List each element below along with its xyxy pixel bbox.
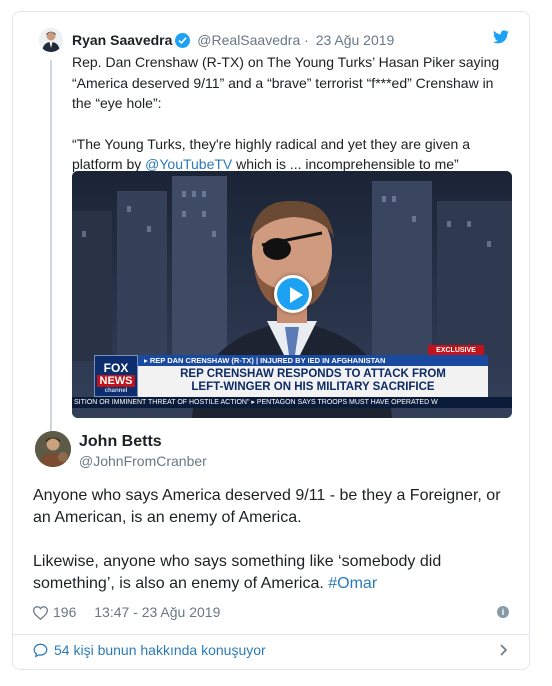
main-avatar[interactable]	[35, 431, 71, 467]
play-icon[interactable]	[274, 275, 312, 313]
info-icon[interactable]: i	[497, 606, 509, 618]
parent-text-line: “America deserved 9/11” and a “brave” te…	[72, 74, 494, 91]
lower-third-headline: REP CRENSHAW RESPONDS TO ATTACK FROM LEF…	[138, 366, 488, 397]
speech-bubble-icon	[33, 643, 48, 658]
conversation-link[interactable]: 54 kişi bunun hakkında konuşuyor	[33, 640, 266, 660]
fox-logo-news: NEWS	[97, 375, 135, 387]
headline-line-1: REP CRENSHAW RESPONDS TO ATTACK FROM	[180, 368, 446, 380]
video-player[interactable]: EXCLUSIVE FOX NEWS channel ▸ REP DAN CRE…	[72, 171, 512, 418]
main-author-name[interactable]: John Betts	[79, 432, 162, 452]
tweet-embed-card: Ryan Saavedra @RealSaavedra · 23 Ağu 201…	[12, 11, 530, 670]
parent-tweet-header: Ryan Saavedra @RealSaavedra · 23 Ağu 201…	[72, 31, 394, 49]
news-ticker: SITION OR IMMINENT THREAT OF HOSTILE ACT…	[72, 397, 512, 408]
omar-hashtag-link[interactable]: #Omar	[328, 575, 377, 592]
like-count: 196	[53, 604, 77, 620]
footer-divider	[13, 634, 529, 635]
header-separator: ·	[304, 32, 309, 48]
parent-author-name[interactable]: Ryan Saavedra	[72, 32, 172, 48]
parent-tweet-text: Rep. Dan Crenshaw (R-TX) on The Young Tu…	[72, 52, 517, 175]
headline-line-2: LEFT-WINGER ON HIS MILITARY SACRIFICE	[191, 381, 435, 393]
parent-text-line: the “eye hole”:	[72, 95, 162, 111]
thread-connector-line	[50, 60, 52, 432]
main-author-handle[interactable]: @JohnFromCranber	[79, 452, 207, 470]
heart-icon[interactable]	[33, 606, 48, 620]
main-paragraph-2: Likewise, anyone who says something like…	[33, 551, 519, 595]
quote-line-2-start: platform by	[72, 156, 146, 172]
twitter-bird-icon[interactable]	[493, 30, 509, 44]
parent-tweet-date[interactable]: 23 Ağu 2019	[316, 32, 395, 48]
fox-logo-channel: channel	[104, 388, 128, 394]
fox-logo-text: FOX	[103, 361, 129, 375]
youtubetv-mention-link[interactable]: @YouTubeTV	[145, 156, 232, 172]
fox-news-logo: FOX NEWS channel	[94, 355, 138, 397]
lower-third-topline: ▸ REP DAN CRENSHAW (R-TX) | INJURED BY I…	[138, 355, 488, 366]
chevron-right-icon[interactable]	[497, 644, 509, 656]
conversation-label: 54 kişi bunun hakkında konuşuyor	[54, 642, 266, 658]
main-paragraph-2-text: Likewise, anyone who says something like…	[33, 553, 442, 592]
verified-badge-icon	[175, 33, 191, 48]
parent-author-handle[interactable]: @RealSaavedra	[197, 32, 300, 48]
parent-text-line: Rep. Dan Crenshaw (R-TX) on The Young Tu…	[72, 54, 500, 70]
like-button[interactable]: 196	[33, 604, 90, 620]
main-paragraph-1: Anyone who says America deserved 9/11 - …	[33, 487, 501, 526]
quote-line-2-end: which is ... incomprehensible to me”	[232, 156, 459, 172]
tweet-timestamp-link[interactable]: 13:47 - 23 Ağu 2019	[94, 604, 220, 620]
parent-avatar[interactable]	[39, 28, 63, 52]
tweet-meta-row: 196 13:47 - 23 Ağu 2019	[33, 602, 220, 622]
quote-line-1: “The Young Turks, they're highly radical…	[72, 135, 471, 152]
main-tweet-text: Anyone who says America deserved 9/11 - …	[33, 485, 519, 617]
